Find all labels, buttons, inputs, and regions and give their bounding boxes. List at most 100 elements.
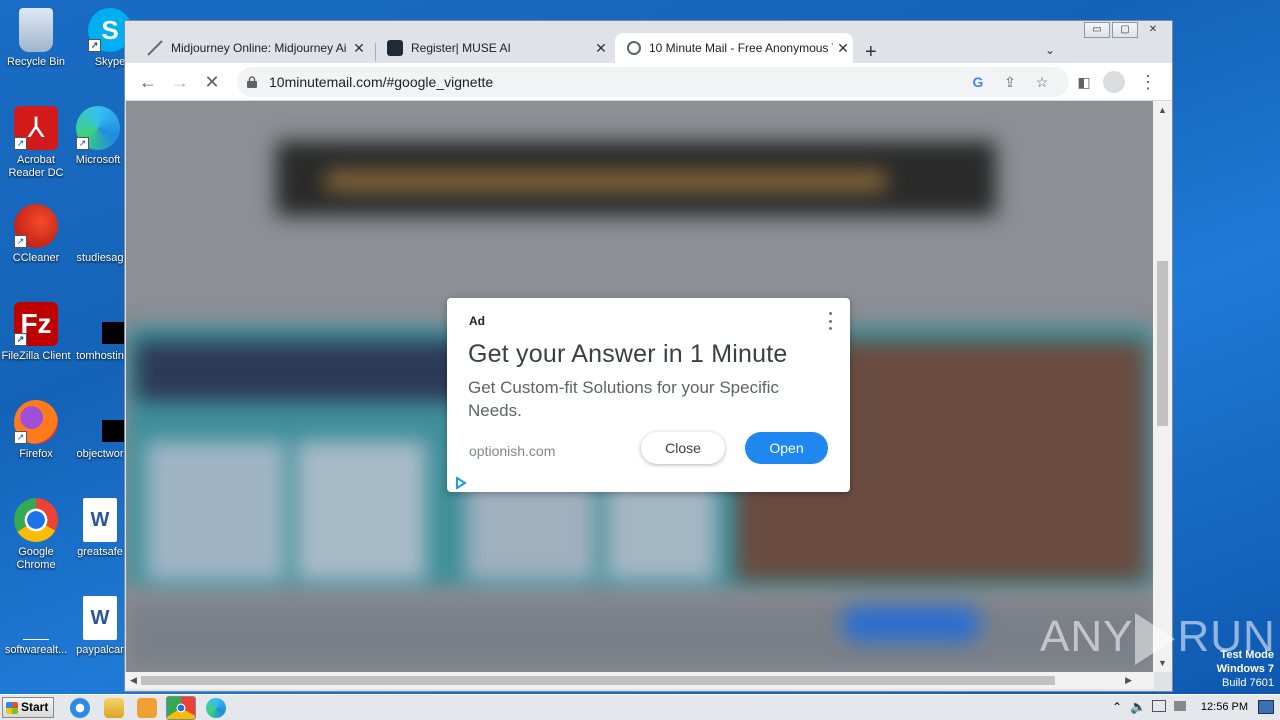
stop-loading-icon[interactable]: ✕ [201,71,223,93]
ad-open-button[interactable]: Open [745,432,828,464]
tab-close-icon[interactable]: ✕ [591,40,611,57]
shortcut-arrow-icon: ↗ [14,333,27,346]
tab-close-icon[interactable]: ✕ [833,40,853,57]
desktop-icon-label: CCleaner [12,252,60,264]
tab-search-chevron-icon[interactable]: ⌄ [1045,43,1055,57]
start-label: Start [21,700,49,714]
desktop-icon-label: softwarealt... [4,644,68,656]
acrobat-icon: ⅄ ↗ [14,106,58,150]
network-icon[interactable] [1152,700,1166,712]
test-mode-label: Test Mode [1220,649,1274,661]
share-icon[interactable]: ⇪ [1001,73,1019,91]
tab-midjourney[interactable]: Midjourney Online: Midjourney Ai On ✕ [135,33,369,63]
play-triangle-icon [1135,613,1176,666]
menu-kebab-icon[interactable]: ⋮ [1137,71,1159,93]
redacted-file-icon [78,302,138,346]
clock[interactable]: 12:56 PM [1201,701,1248,713]
start-button[interactable]: Start [2,697,54,718]
tab-10-minute-mail[interactable]: 10 Minute Mail - Free Anonymous Te ✕ [615,33,853,63]
desktop-icon-ccleaner[interactable]: ↗ CCleaner [0,204,72,265]
redacted-file-icon [78,400,138,444]
ad-options-kebab-icon[interactable] [826,312,834,330]
file-explorer-icon[interactable] [104,698,124,718]
windows-flag-icon [6,702,18,714]
tab-strip: Midjourney Online: Midjourney Ai On ✕ Re… [125,29,1172,63]
volume-icon[interactable]: 🔈 [1130,699,1146,715]
chrome-icon [14,498,58,542]
blurred-button [841,606,981,642]
media-player-icon[interactable] [137,698,157,718]
test-mode-notice: Test Mode Windows 7 Build 7601 [1217,648,1274,690]
desktop-icon-recycle-bin[interactable]: Recycle Bin [0,8,72,69]
desktop-icon-firefox[interactable]: ↗ Firefox [0,400,72,461]
shortcut-arrow-icon: ↗ [14,137,27,150]
new-tab-button[interactable]: + [865,41,877,64]
scrollbar-thumb[interactable] [1157,261,1168,426]
scroll-up-arrow-icon[interactable]: ▲ [1158,105,1167,115]
scrollbar-thumb[interactable] [141,676,1055,685]
ad-description[interactable]: Get Custom-fit Solutions for your Specif… [468,376,828,422]
blurred-footer-band [126,601,1153,672]
watermark-brand-left: ANY [1040,612,1134,661]
tab-title: Register| MUSE AI [411,41,511,55]
ccleaner-icon: ↗ [14,204,58,248]
side-panel-icon[interactable]: ◧ [1073,71,1095,93]
globe-icon [627,41,641,55]
shortcut-arrow-icon: ↗ [14,235,27,248]
back-arrow-icon[interactable]: ← [137,71,159,93]
ad-domain[interactable]: optionish.com [469,443,555,459]
shortcut-arrow-icon: ↗ [88,39,101,52]
desktop-icon-label: Firefox [19,448,53,460]
chrome-taskbar-icon[interactable] [166,696,196,720]
desktop-icon-softwarealt[interactable]: softwarealt... [0,596,72,657]
horizontal-scrollbar[interactable]: ◀ ▶ [125,672,1154,689]
tab-close-icon[interactable]: ✕ [349,40,369,57]
tab-title: Midjourney Online: Midjourney Ai On [171,41,349,55]
edge-icon: ↗ [76,106,120,150]
shortcut-arrow-icon: ↗ [76,137,89,150]
internet-explorer-icon[interactable] [70,698,90,718]
desktop-icon-filezilla[interactable]: Fz ↗ FileZilla Client [0,302,72,363]
show-desktop-button[interactable] [1258,700,1274,714]
ad-headline[interactable]: Get your Answer in 1 Minute [468,340,787,369]
sailboat-icon [147,40,163,56]
muse-ai-icon [387,40,403,56]
shortcut-arrow-icon: ↗ [14,431,27,444]
vignette-ad-dialog: Ad Get your Answer in 1 Minute Get Custo… [447,298,850,492]
ad-close-button[interactable]: Close [641,432,725,464]
recycle-bin-icon [19,8,53,52]
lock-icon [247,75,257,88]
os-label: Windows 7 [1216,663,1274,675]
address-bar[interactable]: 10minutemail.com/#google_vignette G ⇪ ☆ [237,67,1069,97]
scroll-right-arrow-icon[interactable]: ▶ [1125,675,1132,686]
edge-taskbar-icon[interactable] [206,698,226,718]
blank-file-icon [23,596,49,640]
ad-label: Ad [469,314,485,328]
system-tray: ⌃ 🔈 12:56 PM [1102,695,1280,720]
word-document-icon: W [83,596,117,640]
filezilla-icon: Fz ↗ [14,302,58,346]
google-icon[interactable]: G [969,73,987,91]
url-text: 10minutemail.com/#google_vignette [269,74,494,90]
browser-toolbar: ← → ✕ 10minutemail.com/#google_vignette … [125,63,1172,101]
forward-arrow-icon[interactable]: → [169,71,191,93]
blurred-card [146,441,286,581]
profile-avatar-icon[interactable] [1103,71,1125,93]
taskbar: Start ⌃ 🔈 12:56 PM [0,694,1280,720]
desktop-icon-chrome[interactable]: Google Chrome [0,498,72,572]
bookmark-star-icon[interactable]: ☆ [1033,73,1051,91]
build-label: Build 7601 [1222,677,1274,689]
desktop-icon-label: Google Chrome [16,546,56,571]
desktop-icon-label: Recycle Bin [6,56,66,68]
tab-title: 10 Minute Mail - Free Anonymous Te [649,41,833,55]
vertical-scrollbar[interactable]: ▲ ▼ [1153,101,1172,672]
blank-file-icon [78,204,122,248]
show-hidden-icons-icon[interactable]: ⌃ [1112,700,1122,714]
action-center-icon[interactable] [1174,701,1186,711]
adchoices-icon[interactable] [455,476,467,490]
desktop-icon-label: FileZilla Client [1,350,71,362]
blurred-banner-accent [326,171,886,191]
blurred-card [296,441,426,581]
tab-muse-ai[interactable]: Register| MUSE AI ✕ [375,33,611,63]
scroll-left-arrow-icon[interactable]: ◀ [130,675,137,686]
